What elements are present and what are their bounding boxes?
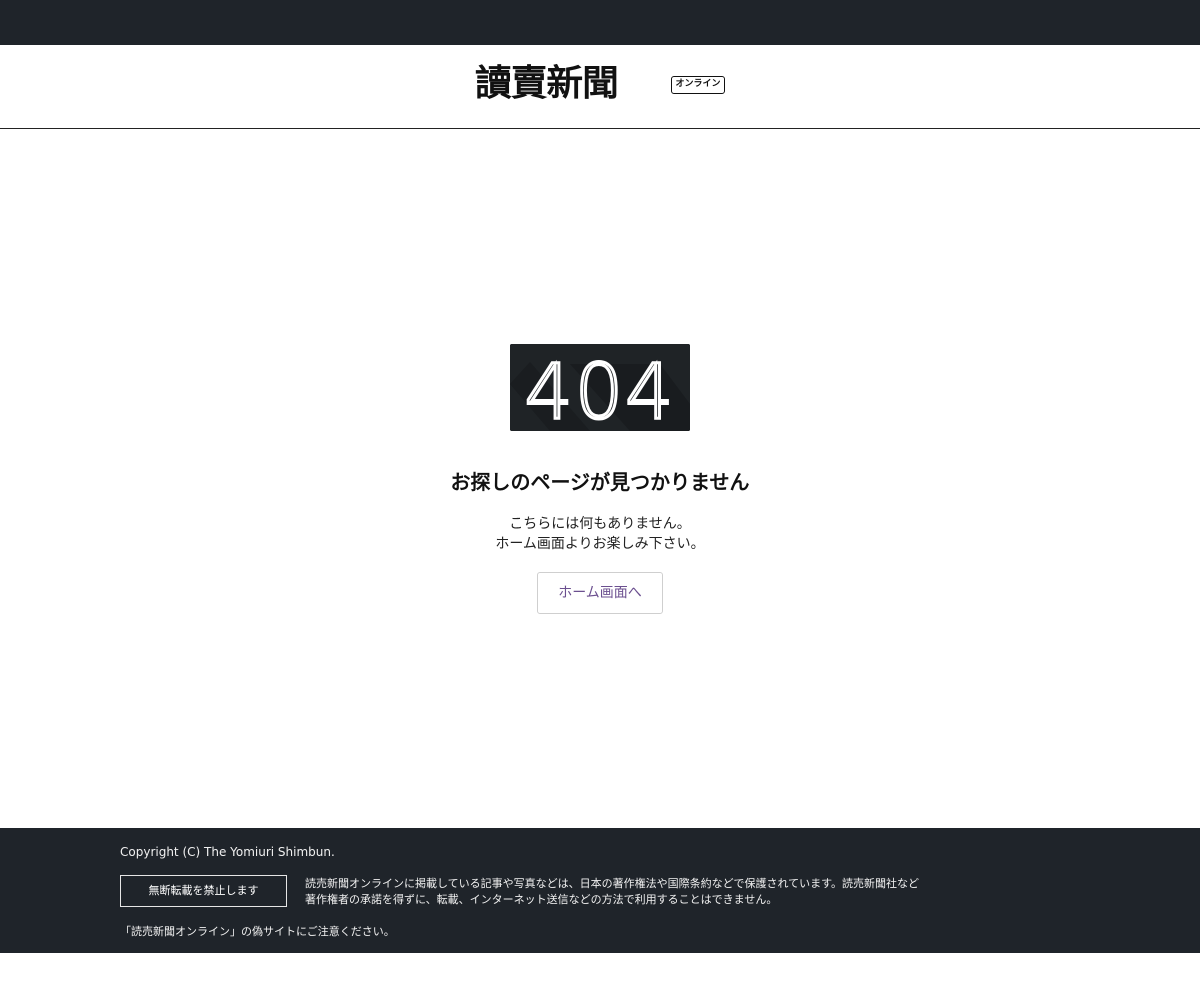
error-404-svg: 404 bbox=[510, 344, 690, 431]
online-badge: オンライン bbox=[671, 76, 725, 94]
notice-line2: 著作権者の承諾を得ずに、転載、インターネット送信などの方法で利用することはできま… bbox=[305, 893, 778, 906]
notice-line1: 読売新聞オンラインに掲載している記事や写真などは、日本の著作権法や国際条約などで… bbox=[305, 877, 920, 890]
no-reproduction-button[interactable]: 無断転載を禁止します bbox=[120, 875, 287, 907]
site-logo[interactable]: 讀賣新聞 オンライン bbox=[475, 62, 725, 104]
home-button[interactable]: ホーム画面へ bbox=[537, 572, 663, 614]
copyright-text: Copyright (C) The Yomiuri Shimbun. bbox=[120, 845, 335, 859]
error-description-line1: こちらには何もありません。 bbox=[509, 516, 691, 532]
error-description: こちらには何もありません。 ホーム画面よりお楽しみ下さい。 bbox=[0, 514, 1200, 554]
top-bar bbox=[0, 0, 1200, 45]
site-footer: Copyright (C) The Yomiuri Shimbun. 無断転載を… bbox=[0, 828, 1200, 953]
main-content: 404 お探しのページが見つかりません こちらには何もありません。 ホーム画面よ… bbox=[0, 129, 1200, 828]
error-description-line2: ホーム画面よりお楽しみ下さい。 bbox=[495, 536, 705, 552]
logo-text: 讀賣新聞 bbox=[475, 62, 619, 104]
site-header: 讀賣新聞 オンライン bbox=[0, 45, 1200, 129]
error-title: お探しのページが見つかりません bbox=[450, 470, 750, 494]
error-code-text: 404 bbox=[524, 347, 675, 431]
error-404-graphic: 404 bbox=[510, 344, 690, 431]
fake-site-warning[interactable]: 「読売新聞オンライン」の偽サイトにご注意ください。 bbox=[120, 923, 395, 939]
copyright-notice: 読売新聞オンラインに掲載している記事や写真などは、日本の著作権法や国際条約などで… bbox=[305, 876, 945, 908]
